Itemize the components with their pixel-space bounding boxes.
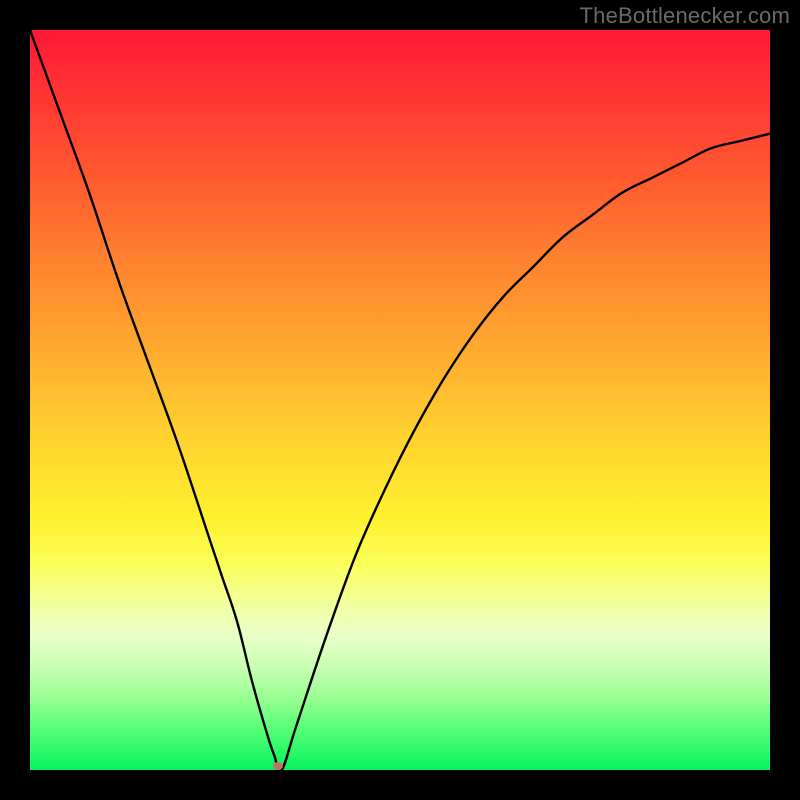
chart-frame: TheBottlenecker.com [0, 0, 800, 800]
optimum-marker [273, 762, 283, 770]
plot-area [30, 30, 770, 770]
watermark-text: TheBottlenecker.com [580, 3, 790, 29]
bottleneck-curve [30, 30, 770, 770]
